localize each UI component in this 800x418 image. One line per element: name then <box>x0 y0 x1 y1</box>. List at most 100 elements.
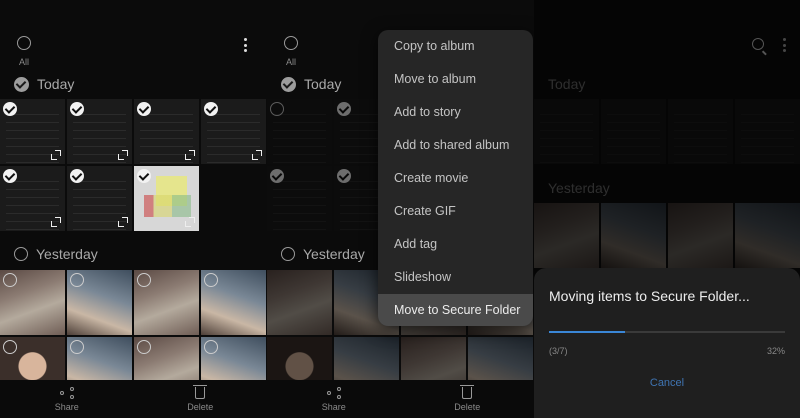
share-label: Share <box>321 401 346 412</box>
select-circle-icon[interactable] <box>137 340 151 354</box>
more-options-icon[interactable] <box>772 36 796 54</box>
thumbnail[interactable] <box>0 270 65 335</box>
share-icon <box>326 386 341 399</box>
share-button[interactable]: Share <box>267 380 401 418</box>
thumbnail[interactable] <box>134 270 199 335</box>
expand-icon[interactable] <box>185 150 195 160</box>
menu-item-move-to-secure-folder[interactable]: Move to Secure Folder <box>378 294 533 326</box>
expand-icon[interactable] <box>118 217 128 227</box>
expand-icon[interactable] <box>118 150 128 160</box>
share-button[interactable]: Share <box>0 380 134 418</box>
select-all-label: All <box>285 57 296 67</box>
section-today[interactable]: Today <box>281 76 341 92</box>
thumbnail[interactable] <box>267 99 332 164</box>
select-circle-icon[interactable] <box>3 273 17 287</box>
gallery-panel-selection: All Today Yesterday Share Delete <box>0 0 267 418</box>
progress-count: (3/7) <box>549 346 568 356</box>
section-yesterday[interactable]: Yesterday <box>281 246 365 262</box>
select-all-circle-icon <box>284 36 298 50</box>
checkmark-icon <box>204 102 218 116</box>
checkmark-icon <box>337 102 351 116</box>
select-circle-icon[interactable] <box>70 273 84 287</box>
expand-icon[interactable] <box>51 217 61 227</box>
share-icon <box>59 386 74 399</box>
menu-item-add-to-shared-album[interactable]: Add to shared album <box>378 129 533 162</box>
select-circle-icon[interactable] <box>137 273 151 287</box>
delete-icon <box>193 384 208 399</box>
thumbnail[interactable] <box>67 99 132 164</box>
menu-item-slideshow[interactable]: Slideshow <box>378 261 533 294</box>
select-circle-icon[interactable] <box>204 340 218 354</box>
thumbnail <box>601 99 666 164</box>
section-unchecked-icon <box>281 247 295 261</box>
share-label: Share <box>54 401 79 412</box>
thumbnail[interactable] <box>201 270 266 335</box>
checkmark-icon <box>270 169 284 183</box>
progress-bar <box>549 331 785 333</box>
select-all-label: All <box>18 57 29 67</box>
section-unchecked-icon <box>14 247 28 261</box>
checkmark-icon <box>3 102 17 116</box>
today-grid <box>534 99 800 164</box>
checkmark-icon <box>3 169 17 183</box>
thumbnail[interactable] <box>267 166 332 231</box>
thumbnail[interactable] <box>134 166 199 231</box>
section-yesterday: Yesterday <box>548 180 610 196</box>
bottom-action-bar: Share Delete <box>0 380 267 418</box>
section-yesterday[interactable]: Yesterday <box>14 246 98 262</box>
select-circle-icon[interactable] <box>70 340 84 354</box>
thumbnail[interactable] <box>267 270 332 335</box>
delete-button[interactable]: Delete <box>134 380 268 418</box>
checkmark-icon <box>70 169 84 183</box>
delete-label: Delete <box>454 401 481 412</box>
select-circle-icon[interactable] <box>3 340 17 354</box>
menu-item-create-movie[interactable]: Create movie <box>378 162 533 195</box>
thumbnail <box>601 203 666 268</box>
thumbnail[interactable] <box>134 99 199 164</box>
select-all-toggle[interactable]: All <box>281 36 301 67</box>
cancel-button[interactable]: Cancel <box>534 377 800 389</box>
checkmark-icon <box>137 102 151 116</box>
section-today-label: Today <box>37 76 75 92</box>
delete-button[interactable]: Delete <box>401 380 535 418</box>
select-circle-icon[interactable] <box>204 273 218 287</box>
section-today[interactable]: Today <box>14 76 74 92</box>
thumbnail[interactable] <box>201 99 266 164</box>
thumbnail[interactable] <box>0 99 65 164</box>
gallery-panel-progress: Today Yesterday Moving items to Secure F… <box>534 0 800 418</box>
yesterday-grid <box>534 203 800 268</box>
menu-item-create-gif[interactable]: Create GIF <box>378 195 533 228</box>
thumbnail[interactable] <box>67 270 132 335</box>
delete-icon <box>460 384 475 399</box>
progress-dialog: Moving items to Secure Folder... (3/7) 3… <box>534 268 800 418</box>
menu-item-move-to-album[interactable]: Move to album <box>378 63 533 96</box>
more-options-icon[interactable] <box>233 36 257 54</box>
expand-icon[interactable] <box>185 217 195 227</box>
menu-item-add-to-story[interactable]: Add to story <box>378 96 533 129</box>
bottom-action-bar: Share Delete <box>267 380 534 418</box>
expand-icon[interactable] <box>51 150 61 160</box>
thumbnail[interactable] <box>67 166 132 231</box>
gallery-panel-menu: All Today Yesterday Share Delete Copy to… <box>267 0 534 418</box>
section-checked-icon <box>14 76 29 92</box>
section-checked-icon <box>281 76 296 92</box>
menu-item-add-tag[interactable]: Add tag <box>378 228 533 261</box>
search-icon[interactable] <box>752 38 764 50</box>
section-today-label: Today <box>548 76 586 92</box>
progress-dialog-title: Moving items to Secure Folder... <box>549 288 750 304</box>
checkmark-icon <box>137 169 151 183</box>
expand-icon[interactable] <box>252 150 262 160</box>
select-all-toggle[interactable]: All <box>14 36 34 67</box>
select-circle-icon[interactable] <box>270 102 284 116</box>
menu-item-copy-to-album[interactable]: Copy to album <box>378 30 533 63</box>
thumbnail <box>735 203 800 268</box>
section-today-label: Today <box>304 76 342 92</box>
checkmark-icon <box>337 169 351 183</box>
thumbnail <box>668 99 733 164</box>
thumbnail <box>534 99 599 164</box>
section-yesterday-label: Yesterday <box>36 246 98 262</box>
progress-percent: 32% <box>766 346 785 356</box>
section-yesterday-label: Yesterday <box>303 246 365 262</box>
checkmark-icon <box>70 102 84 116</box>
thumbnail[interactable] <box>0 166 65 231</box>
